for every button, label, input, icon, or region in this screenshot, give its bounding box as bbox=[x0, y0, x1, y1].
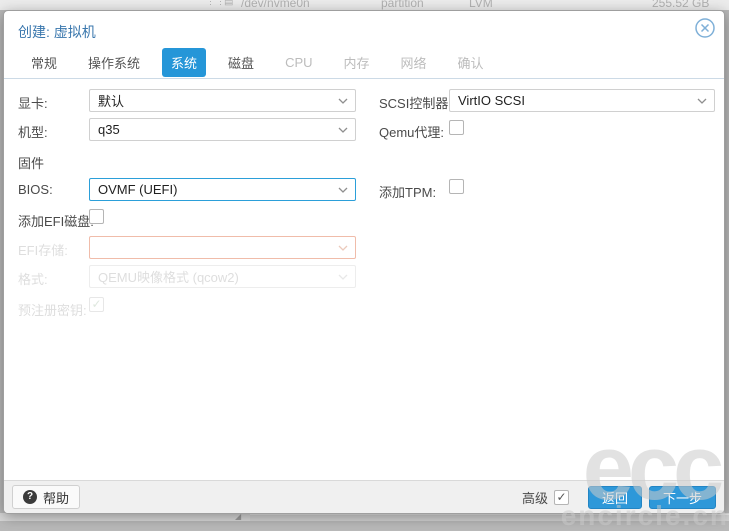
tab-disks[interactable]: 磁盘 bbox=[219, 48, 263, 77]
efi-storage-label: EFI存储: bbox=[18, 243, 68, 258]
chevron-down-icon bbox=[697, 98, 707, 104]
display-label: 显卡: bbox=[18, 96, 48, 111]
display-combo[interactable]: 默认 bbox=[89, 89, 356, 112]
next-button[interactable]: 下一步 bbox=[648, 485, 716, 509]
bg-type-cell: partition bbox=[381, 0, 424, 10]
firmware-section-heading: 固件 bbox=[18, 156, 45, 171]
scsi-controller-combo[interactable]: VirtIO SCSI bbox=[449, 89, 715, 112]
machine-value: q35 bbox=[98, 122, 120, 137]
chevron-down-icon bbox=[338, 274, 348, 280]
dialog-title: 创建: 虚拟机 bbox=[18, 24, 96, 40]
bg-usage-cell: LVM bbox=[469, 0, 493, 10]
format-value: QEMU映像格式 (qcow2) bbox=[98, 270, 239, 285]
scsi-controller-label: SCSI控制器: bbox=[379, 96, 452, 111]
tab-system[interactable]: 系统 bbox=[162, 48, 207, 77]
tab-os[interactable]: 操作系统 bbox=[79, 48, 149, 77]
format-label: 格式: bbox=[18, 272, 48, 287]
tab-memory: 内存 bbox=[343, 56, 370, 71]
background-bottom-panel bbox=[250, 514, 729, 521]
help-label: 帮助 bbox=[43, 490, 70, 506]
help-button[interactable]: ? 帮助 bbox=[12, 485, 81, 509]
background-page-top: ⋮⋮ ▤ /dev/nvme0n partition LVM 255.52 GB bbox=[0, 0, 729, 10]
question-icon: ? bbox=[23, 490, 37, 504]
pre-enroll-keys-checkbox bbox=[89, 297, 104, 312]
chevron-down-icon bbox=[338, 245, 348, 251]
tab-cpu: CPU bbox=[285, 55, 313, 70]
bios-combo[interactable]: OVMF (UEFI) bbox=[89, 178, 356, 201]
machine-combo[interactable]: q35 bbox=[89, 118, 356, 141]
dialog-header: 创建: 虚拟机 bbox=[4, 11, 724, 47]
scsi-controller-value: VirtIO SCSI bbox=[458, 93, 525, 108]
advanced-label: 高级 bbox=[521, 490, 548, 506]
qemu-agent-label: Qemu代理: bbox=[379, 125, 445, 140]
chevron-down-icon bbox=[338, 127, 348, 133]
tab-general[interactable]: 常规 bbox=[22, 48, 66, 77]
tab-confirm: 确认 bbox=[457, 56, 484, 71]
add-tpm-checkbox[interactable] bbox=[449, 179, 464, 194]
qemu-agent-checkbox[interactable] bbox=[449, 120, 464, 135]
chevron-down-icon bbox=[338, 187, 348, 193]
chevron-down-icon bbox=[338, 98, 348, 104]
bg-device-cell: /dev/nvme0n bbox=[241, 0, 310, 10]
dialog-tabbar: 常规 操作系统 系统 磁盘 CPU 内存 网络 确认 bbox=[4, 47, 724, 79]
close-icon[interactable] bbox=[694, 17, 716, 39]
machine-label: 机型: bbox=[18, 125, 48, 140]
background-page-bottom: ◢ bbox=[0, 512, 729, 521]
bios-value: OVMF (UEFI) bbox=[98, 182, 178, 197]
format-combo: QEMU映像格式 (qcow2) bbox=[89, 265, 356, 288]
efi-storage-combo bbox=[89, 236, 356, 259]
create-vm-dialog: 创建: 虚拟机 常规 操作系统 系统 磁盘 CPU 内存 网络 确认 显卡: 默… bbox=[3, 10, 725, 514]
display-value: 默认 bbox=[98, 94, 125, 109]
tab-network: 网络 bbox=[400, 56, 427, 71]
dialog-footer: ? 帮助 高级 返回 下一步 bbox=[4, 480, 724, 513]
disk-icon: ▤ bbox=[224, 0, 234, 7]
add-efi-disk-checkbox[interactable] bbox=[89, 209, 104, 224]
bg-size-cell: 255.52 GB bbox=[652, 0, 710, 10]
bios-label: BIOS: bbox=[18, 182, 53, 197]
back-button[interactable]: 返回 bbox=[587, 485, 642, 509]
add-tpm-label: 添加TPM: bbox=[379, 185, 437, 200]
tree-expand-icon: ⋮⋮ bbox=[206, 0, 226, 6]
pre-enroll-keys-label: 预注册密钥: bbox=[18, 303, 87, 318]
add-efi-disk-label: 添加EFI磁盘: bbox=[18, 214, 94, 229]
advanced-checkbox[interactable] bbox=[553, 489, 569, 505]
